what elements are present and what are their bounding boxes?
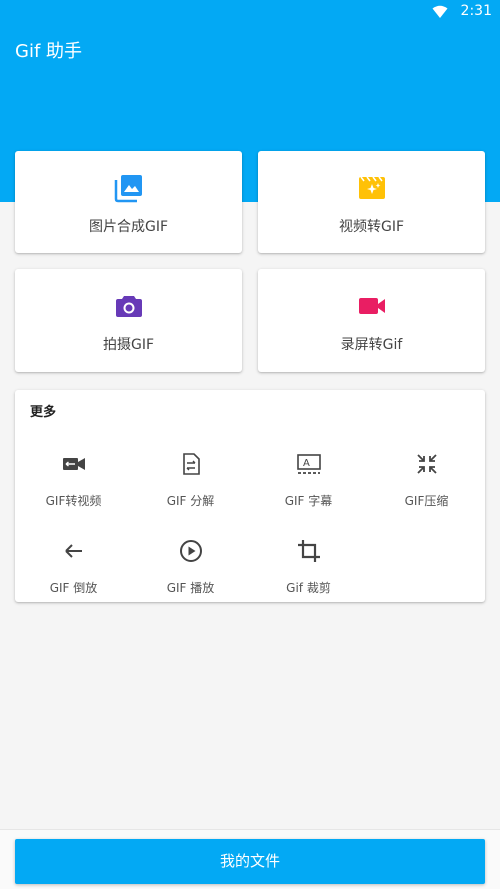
tool-label: GIF转视频 [45,494,102,508]
tool-gif-subtitle[interactable]: A GIF 字幕 [250,445,367,525]
tool-gif-to-video[interactable]: GIF转视频 [15,445,132,525]
videocam-icon [358,298,385,314]
arrow-back-icon [64,544,82,558]
tool-label: Gif 裁剪 [286,581,331,595]
video-convert-icon [62,458,85,470]
camera-icon [115,296,142,317]
tool-label: GIF 倒放 [49,581,98,595]
app-title: Gif 助手 [15,41,83,62]
tile-label: 拍摄GIF [102,337,155,353]
more-section: 更多 GIF转视频 GIF 分解 A GIF 字幕 GIF压缩 GIF 倒放 G… [15,390,485,602]
tile-label: 录屏转Gif [340,337,403,353]
tool-gif-crop[interactable]: Gif 裁剪 [250,532,367,612]
tool-label: GIF 字幕 [284,494,333,508]
movie-sparkle-icon [358,176,385,199]
tile-images-to-gif[interactable]: 图片合成GIF [15,151,242,253]
play-circle-icon [179,540,202,562]
tool-label: GIF 分解 [166,494,215,508]
crop-icon [297,540,320,562]
bottom-bar: 我的文件 [0,829,500,889]
tool-label: GIF压缩 [404,494,449,508]
tile-capture-gif[interactable]: 拍摄GIF [15,269,242,372]
tool-label: GIF 播放 [166,581,215,595]
status-bar: 2:31 [0,0,500,24]
split-file-icon [182,453,200,475]
compress-icon [416,454,437,474]
tool-gif-play[interactable]: GIF 播放 [132,532,249,612]
subtitle-icon: A [296,454,321,474]
tool-gif-reverse[interactable]: GIF 倒放 [15,532,132,612]
tile-video-to-gif[interactable]: 视频转GIF [258,151,485,253]
tool-gif-compress[interactable]: GIF压缩 [368,445,485,525]
photo-library-icon [114,175,142,203]
tile-label: 视频转GIF [338,219,405,235]
svg-text:A: A [303,458,310,469]
tile-label: 图片合成GIF [88,219,169,235]
status-time: 2:31 [460,3,492,19]
tool-gif-split[interactable]: GIF 分解 [132,445,249,525]
wifi-icon [432,5,448,18]
my-files-button[interactable]: 我的文件 [15,839,485,884]
more-title: 更多 [30,405,57,420]
tile-screen-record-to-gif[interactable]: 录屏转Gif [258,269,485,372]
